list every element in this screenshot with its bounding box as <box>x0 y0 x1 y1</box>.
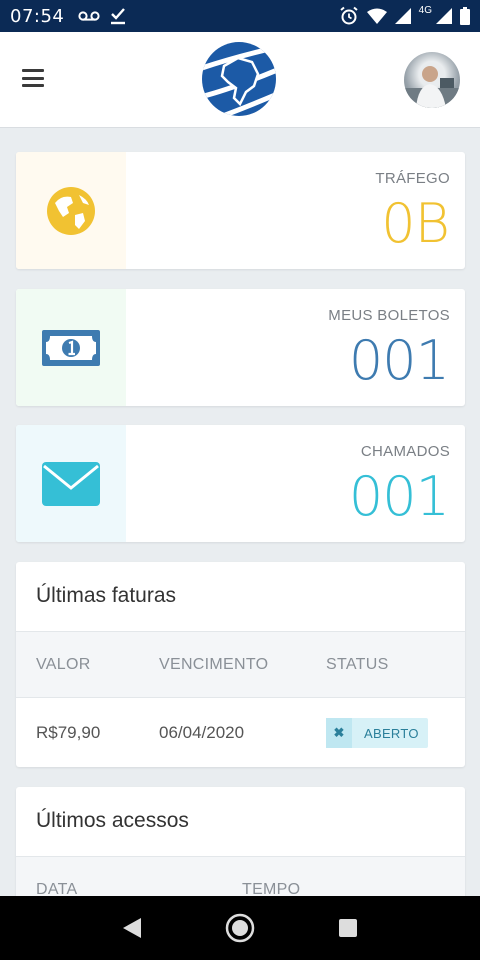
status-badge: ✖ ABERTO <box>326 718 428 748</box>
boletos-value: 001 <box>348 329 450 392</box>
recents-icon[interactable] <box>337 917 359 939</box>
traffic-card[interactable]: TRÁFEGO 0B <box>16 152 465 269</box>
banknote-icon <box>42 329 100 366</box>
logo <box>202 42 276 116</box>
voicemail-icon <box>78 11 100 21</box>
alarm-icon <box>340 6 358 25</box>
table-row[interactable]: R$79,90 06/04/2020 ✖ ABERTO <box>16 698 465 767</box>
accesses-title: Últimos acessos <box>16 787 465 857</box>
traffic-label: TRÁFEGO <box>375 170 450 187</box>
hamburger-icon[interactable] <box>22 69 44 87</box>
invoice-valor: R$79,90 <box>36 723 101 742</box>
col-status: STATUS <box>326 655 389 673</box>
wifi-icon <box>366 8 387 24</box>
status-badge-label: ABERTO <box>364 725 419 741</box>
boletos-card[interactable]: MEUS BOLETOS 001 <box>16 289 465 406</box>
chamados-card[interactable]: CHAMADOS 001 <box>16 425 465 542</box>
status-bar: 07:54 4G <box>0 0 480 32</box>
home-icon[interactable] <box>225 913 255 943</box>
accesses-card: Últimos acessos DATA TEMPO <box>16 787 465 907</box>
chamados-label: CHAMADOS <box>360 443 450 460</box>
chamados-icon-box <box>16 425 126 542</box>
envelope-icon <box>42 461 100 506</box>
col-valor: VALOR <box>36 655 91 673</box>
back-icon[interactable] <box>121 916 143 940</box>
close-icon: ✖ <box>326 718 352 748</box>
boletos-label: MEUS BOLETOS <box>328 307 450 324</box>
download-done-icon <box>111 8 126 25</box>
status-time: 07:54 <box>10 5 65 27</box>
signal-icon-2 <box>436 8 452 24</box>
avatar[interactable] <box>404 52 460 108</box>
app-header <box>0 32 480 128</box>
invoices-table-header: VALOR VENCIMENTO STATUS <box>16 632 465 698</box>
traffic-icon-box <box>16 152 126 269</box>
battery-icon <box>460 7 470 25</box>
globe-icon <box>47 186 95 235</box>
network-type: 4G <box>418 4 432 16</box>
invoice-vencimento: 06/04/2020 <box>159 723 245 742</box>
system-nav-bar <box>0 896 480 960</box>
chamados-value: 001 <box>348 465 450 528</box>
traffic-value: 0B <box>381 192 450 255</box>
signal-icon <box>394 8 411 24</box>
invoices-card: Últimas faturas VALOR VENCIMENTO STATUS … <box>16 562 465 767</box>
col-vencimento: VENCIMENTO <box>159 655 269 673</box>
invoices-title: Últimas faturas <box>16 562 465 632</box>
boletos-icon-box <box>16 289 126 406</box>
